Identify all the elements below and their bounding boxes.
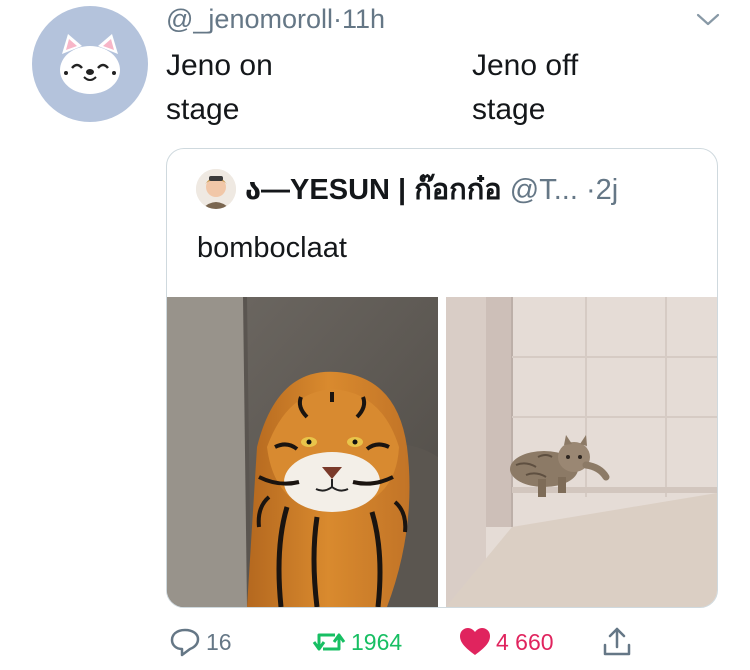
avatar[interactable] — [32, 6, 148, 122]
quoted-user-avatar[interactable] — [196, 169, 236, 209]
tweet-header: @_jenomoroll·11h — [166, 2, 385, 36]
like-count: 4 660 — [496, 628, 554, 655]
quoted-tweet[interactable]: ა—YESUN | ก๊อกก๋อ @T... ·2j bomboclaat — [166, 148, 718, 608]
tiger-photo[interactable] — [167, 297, 438, 607]
reply-button[interactable]: 16 — [168, 624, 232, 660]
tweet-text: Jeno on stage Jeno off stage — [166, 44, 706, 134]
reply-count: 16 — [206, 628, 232, 655]
retweet-button[interactable]: 1964 — [311, 624, 402, 660]
header-separator: · — [332, 4, 342, 34]
share-button[interactable] — [600, 624, 634, 660]
quoted-tweet-header: ა—YESUN | ก๊อกก๋อ @T... ·2j — [245, 171, 705, 209]
retweet-count: 1964 — [351, 628, 403, 655]
tweet-text-right: Jeno off stage — [472, 49, 579, 126]
quoted-user-handle[interactable]: @T... — [510, 174, 578, 206]
retweet-icon — [312, 633, 346, 651]
cat-avatar-illustration — [60, 34, 120, 94]
reply-icon — [170, 628, 200, 657]
tweet-time[interactable]: 11h — [342, 4, 385, 34]
cat-image — [446, 297, 717, 607]
quoted-tweet-time: 2j — [595, 174, 619, 206]
cat-photo[interactable] — [446, 297, 717, 607]
quoted-user-name[interactable]: ა—YESUN | ก๊อกก๋อ — [245, 174, 502, 206]
person-avatar-photo — [196, 169, 236, 209]
tiger-image — [167, 297, 438, 607]
share-icon — [603, 627, 631, 656]
chevron-down-icon[interactable] — [694, 8, 722, 30]
like-button[interactable]: 4 660 — [458, 624, 554, 660]
quoted-tweet-text: bomboclaat — [197, 232, 347, 264]
heart-icon — [460, 628, 490, 655]
tweet-text-left: Jeno on stage — [166, 49, 273, 126]
user-handle[interactable]: @_jenomoroll — [166, 4, 333, 34]
tweet-actions: 16 1964 4 660 — [0, 624, 750, 664]
quoted-header-separator: · — [585, 174, 596, 206]
